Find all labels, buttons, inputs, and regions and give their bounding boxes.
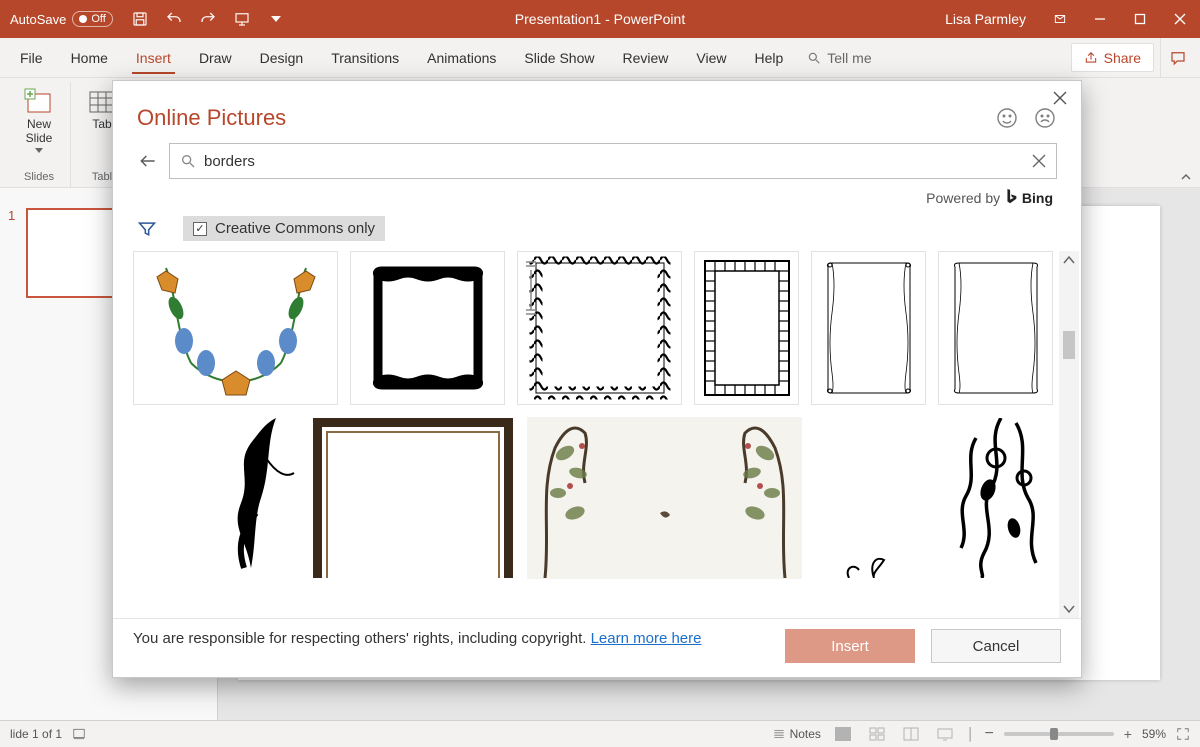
slide-number: 1 xyxy=(8,208,15,223)
result-tile[interactable] xyxy=(906,417,1056,579)
bing-icon xyxy=(1004,189,1018,205)
fit-to-window-icon[interactable] xyxy=(1176,727,1190,741)
autosave-label: AutoSave xyxy=(10,12,66,27)
toggle-dot-icon xyxy=(79,15,87,23)
powered-by-text: Powered by xyxy=(926,190,1004,206)
autosave-state: Off xyxy=(91,13,105,25)
zoom-value[interactable]: 59% xyxy=(1142,727,1166,741)
maximize-icon[interactable] xyxy=(1120,0,1160,38)
result-tile[interactable] xyxy=(133,251,338,405)
cc-label: Creative Commons only xyxy=(215,220,375,237)
ribbon-tabs: File Home Insert Draw Design Transitions… xyxy=(0,38,1200,78)
back-button[interactable] xyxy=(137,150,159,172)
qat-more-icon[interactable] xyxy=(259,0,293,38)
comments-icon[interactable] xyxy=(1160,38,1194,77)
tab-draw[interactable]: Draw xyxy=(185,38,246,77)
search-icon xyxy=(180,153,196,169)
table-label: Tab xyxy=(92,118,111,132)
cancel-button[interactable]: Cancel xyxy=(931,629,1061,663)
title-bar: AutoSave Off Presentation1 - PowerPoint … xyxy=(0,0,1200,38)
insert-button[interactable]: Insert xyxy=(785,629,915,663)
results-scrollbar[interactable] xyxy=(1059,251,1079,618)
frown-feedback-icon[interactable] xyxy=(1033,106,1057,130)
autosave-control[interactable]: AutoSave Off xyxy=(0,11,123,27)
tab-help[interactable]: Help xyxy=(740,38,797,77)
tab-design[interactable]: Design xyxy=(246,38,318,77)
zoom-in-icon[interactable]: + xyxy=(1124,726,1132,742)
search-box[interactable] xyxy=(169,143,1057,179)
result-tile[interactable] xyxy=(938,251,1053,405)
checkbox-icon: ✓ xyxy=(193,222,207,236)
slideshow-view-icon[interactable] xyxy=(933,724,957,744)
rights-text: You are responsible for respecting other… xyxy=(133,630,591,647)
online-pictures-dialog: Online Pictures Powered by Bing ✓ xyxy=(112,80,1082,678)
clear-search-icon[interactable] xyxy=(1032,154,1046,168)
group-label-tables: Tabl xyxy=(92,171,112,185)
tell-me-search[interactable]: Tell me xyxy=(797,38,881,77)
accessibility-icon[interactable] xyxy=(72,727,86,741)
present-icon[interactable] xyxy=(225,0,259,38)
zoom-out-icon[interactable]: − xyxy=(984,725,993,743)
tab-home[interactable]: Home xyxy=(57,38,122,77)
dialog-title: Online Pictures xyxy=(137,105,286,131)
share-label: Share xyxy=(1104,50,1141,66)
filter-icon[interactable] xyxy=(137,219,157,239)
result-tile[interactable] xyxy=(527,417,802,579)
smile-feedback-icon[interactable] xyxy=(995,106,1019,130)
slide-count: lide 1 of 1 xyxy=(10,727,62,741)
notes-button[interactable]: Notes xyxy=(772,727,821,741)
result-tile[interactable] xyxy=(350,251,505,405)
reading-view-icon[interactable] xyxy=(899,724,923,744)
result-tile[interactable] xyxy=(694,251,799,405)
ribbon-options-icon[interactable] xyxy=(1040,0,1080,38)
powered-by: Powered by Bing xyxy=(113,185,1081,216)
zoom-slider[interactable] xyxy=(1004,732,1114,736)
tab-view[interactable]: View xyxy=(682,38,740,77)
tab-transitions[interactable]: Transitions xyxy=(317,38,413,77)
new-slide-label: New Slide xyxy=(26,118,53,146)
sorter-view-icon[interactable] xyxy=(865,724,889,744)
scroll-up-icon[interactable] xyxy=(1063,251,1075,269)
result-tile[interactable] xyxy=(133,417,298,579)
redo-icon[interactable] xyxy=(191,0,225,38)
result-tile[interactable] xyxy=(811,251,926,405)
tab-insert[interactable]: Insert xyxy=(122,38,185,77)
creative-commons-checkbox[interactable]: ✓ Creative Commons only xyxy=(183,216,385,241)
tell-me-label: Tell me xyxy=(827,50,871,66)
dialog-close-button[interactable] xyxy=(1053,91,1067,105)
scroll-track[interactable] xyxy=(1063,269,1075,600)
tab-file[interactable]: File xyxy=(6,38,57,77)
resize-handle-icon xyxy=(522,258,540,318)
collapse-ribbon-icon[interactable] xyxy=(1180,171,1192,183)
new-slide-button[interactable]: New Slide xyxy=(18,86,60,155)
scroll-down-icon[interactable] xyxy=(1063,600,1075,618)
notes-label: Notes xyxy=(790,727,821,741)
minimize-icon[interactable] xyxy=(1080,0,1120,38)
tab-review[interactable]: Review xyxy=(608,38,682,77)
rights-notice: You are responsible for respecting other… xyxy=(133,629,701,649)
scroll-thumb[interactable] xyxy=(1063,331,1075,359)
undo-icon[interactable] xyxy=(157,0,191,38)
status-bar: lide 1 of 1 Notes │ − + 59% xyxy=(0,720,1200,747)
results-grid xyxy=(113,251,1081,618)
result-tile[interactable] xyxy=(310,417,515,579)
zoom-slider-thumb[interactable] xyxy=(1050,728,1058,740)
group-label-slides: Slides xyxy=(24,171,54,185)
ribbon-group-slides: New Slide Slides xyxy=(8,82,71,187)
share-button[interactable]: Share xyxy=(1071,43,1154,72)
learn-more-link[interactable]: Learn more here xyxy=(591,630,702,647)
user-name[interactable]: Lisa Parmley xyxy=(931,11,1040,27)
result-tile[interactable] xyxy=(517,251,682,405)
autosave-toggle[interactable]: Off xyxy=(72,11,112,27)
search-input[interactable] xyxy=(204,153,1024,170)
normal-view-icon[interactable] xyxy=(831,724,855,744)
result-tile[interactable] xyxy=(814,417,894,579)
tab-slideshow[interactable]: Slide Show xyxy=(510,38,608,77)
close-icon[interactable] xyxy=(1160,0,1200,38)
save-icon[interactable] xyxy=(123,0,157,38)
bing-brand: Bing xyxy=(1022,190,1053,206)
tab-animations[interactable]: Animations xyxy=(413,38,510,77)
